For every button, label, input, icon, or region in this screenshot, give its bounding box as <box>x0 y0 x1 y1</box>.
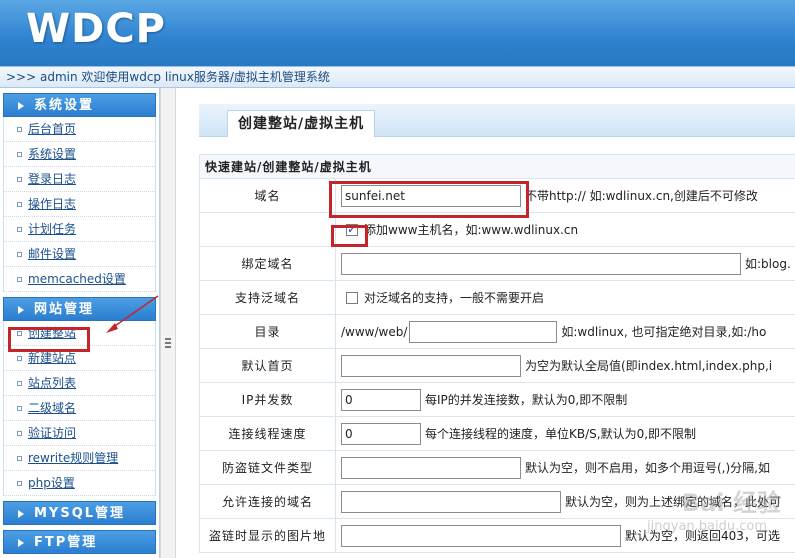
sidebar-item-system-settings[interactable]: 系统设置 <box>4 142 155 167</box>
bind-domain-input[interactable] <box>341 252 741 275</box>
empty-label <box>199 212 336 247</box>
image-label: 盗链时显示的图片地 <box>199 518 336 553</box>
tab-create-site[interactable]: 创建整站/虚拟主机 <box>227 110 376 137</box>
bullet-icon <box>17 481 22 486</box>
speed-input[interactable]: 0 <box>341 422 421 445</box>
bind-domain-hint: 如:blog. <box>745 257 791 271</box>
section-title: 网站管理 <box>34 302 95 317</box>
app-header: WDCP <box>0 0 795 66</box>
sidebar-item-home[interactable]: 后台首页 <box>4 117 155 142</box>
bullet-icon <box>17 331 22 336</box>
wildcard-hint: 对泛域名的支持，一般不需要开启 <box>364 291 545 305</box>
triangle-icon <box>18 102 24 110</box>
bullet-icon <box>17 252 22 257</box>
menu-link[interactable]: 验证访问 <box>28 426 76 440</box>
menu-link[interactable]: memcached设置 <box>28 272 126 286</box>
menu-link[interactable]: php设置 <box>28 476 75 490</box>
ip-hint: 每IP的并发连接数，默认为0,即不限制 <box>425 393 628 407</box>
bullet-icon <box>17 277 22 282</box>
allowed-input[interactable] <box>341 490 561 513</box>
speed-label: 连接线程速度 <box>199 416 336 451</box>
www-hint: 添加www主机名，如:www.wdlinux.cn <box>364 223 579 237</box>
sidebar-item-operation-log[interactable]: 操作日志 <box>4 192 155 217</box>
hotlink-input[interactable] <box>341 456 521 479</box>
bullet-icon <box>17 381 22 386</box>
menu-link[interactable]: 计划任务 <box>28 222 76 236</box>
sidebar-section-ftp[interactable]: FTP管理 <box>3 530 156 554</box>
sidebar-section-system[interactable]: 系统设置 <box>3 93 156 117</box>
menu-link[interactable]: 新建站点 <box>28 351 76 365</box>
tab-bar: 创建整站/虚拟主机 <box>199 104 795 137</box>
bullet-icon <box>17 456 22 461</box>
hotlink-hint: 默认为空，则不启用，如多个用逗号(,)分隔,如 <box>525 461 770 475</box>
speed-hint: 每个连接线程的速度，单位KB/S,默认为0,即不限制 <box>425 427 697 441</box>
sidebar: 系统设置 后台首页 系统设置 登录日志 操作日志 计划任务 邮件设置 memca… <box>0 88 160 558</box>
domain-input[interactable]: sunfei.net <box>341 184 521 207</box>
form-title: 快速建站/创建整站/虚拟主机 <box>199 154 795 179</box>
sidebar-item-php[interactable]: php设置 <box>4 471 155 496</box>
menu-link[interactable]: 邮件设置 <box>28 247 76 261</box>
bullet-icon <box>17 152 22 157</box>
section-title: 系统设置 <box>34 98 95 113</box>
sidebar-item-subdomain[interactable]: 二级域名 <box>4 396 155 421</box>
wildcard-checkbox[interactable] <box>346 291 358 304</box>
bullet-icon <box>17 431 22 436</box>
menu-link[interactable]: rewrite规则管理 <box>28 451 118 465</box>
sidebar-item-auth[interactable]: 验证访问 <box>4 421 155 446</box>
ip-input[interactable]: 0 <box>341 388 421 411</box>
bullet-icon <box>17 177 22 182</box>
dir-hint: 如:wdlinux, 也可指定绝对目录,如:/ho <box>561 325 767 339</box>
dir-label: 目录 <box>199 314 336 349</box>
site-menu: 创建整站 新建站点 站点列表 二级域名 验证访问 rewrite规则管理 php… <box>3 321 156 496</box>
watermark-url: jingyan.baidu.com <box>647 519 767 534</box>
system-menu: 后台首页 系统设置 登录日志 操作日志 计划任务 邮件设置 memcached设… <box>3 117 156 292</box>
index-input[interactable] <box>341 354 521 377</box>
sidebar-item-memcached[interactable]: memcached设置 <box>4 267 155 292</box>
domain-hint: 不带http:// 如:wdlinux.cn,创建后不可修改 <box>525 189 758 203</box>
bullet-icon <box>17 127 22 132</box>
bullet-icon <box>17 202 22 207</box>
hotlink-label: 防盗链文件类型 <box>199 450 336 485</box>
dir-prefix: /www/web/ <box>341 324 408 339</box>
allowed-label: 允许连接的域名 <box>199 484 336 519</box>
sidebar-item-cron[interactable]: 计划任务 <box>4 217 155 242</box>
sidebar-item-site-list[interactable]: 站点列表 <box>4 371 155 396</box>
bullet-icon <box>17 406 22 411</box>
index-label: 默认首页 <box>199 348 336 383</box>
menu-link[interactable]: 系统设置 <box>28 147 76 161</box>
triangle-icon <box>18 539 24 547</box>
bind-domain-label: 绑定域名 <box>199 246 336 281</box>
section-title: FTP管理 <box>34 535 98 550</box>
sidebar-item-rewrite[interactable]: rewrite规则管理 <box>4 446 155 471</box>
bullet-icon <box>17 227 22 232</box>
bullet-icon <box>17 356 22 361</box>
triangle-icon <box>18 510 24 518</box>
dir-input[interactable] <box>409 320 558 343</box>
domain-label: 域名 <box>199 178 336 213</box>
grip-icon[interactable] <box>165 338 171 348</box>
watermark-logo: Bai 经验 <box>681 489 781 517</box>
sidebar-splitter[interactable] <box>160 88 176 558</box>
wildcard-label: 支持泛域名 <box>199 280 336 315</box>
menu-link[interactable]: 登录日志 <box>28 172 76 186</box>
sidebar-item-mail[interactable]: 邮件设置 <box>4 242 155 267</box>
sidebar-item-login-log[interactable]: 登录日志 <box>4 167 155 192</box>
ip-label: IP并发数 <box>199 382 336 417</box>
menu-link[interactable]: 操作日志 <box>28 197 76 211</box>
menu-link[interactable]: 创建整站 <box>28 326 76 340</box>
menu-link[interactable]: 后台首页 <box>28 122 76 136</box>
menu-link[interactable]: 站点列表 <box>28 376 76 390</box>
menu-link[interactable]: 二级域名 <box>28 401 76 415</box>
add-www-checkbox[interactable] <box>346 222 358 236</box>
welcome-bar: >>> admin 欢迎使用wdcp linux服务器/虚拟主机管理系统 <box>0 66 795 88</box>
image-input[interactable] <box>341 524 621 547</box>
section-title: MYSQL管理 <box>34 506 126 521</box>
sidebar-item-new-site[interactable]: 新建站点 <box>4 346 155 371</box>
logo: WDCP <box>26 6 166 52</box>
index-hint: 为空为默认全局值(即index.html,index.php,i <box>525 359 773 373</box>
sidebar-section-mysql[interactable]: MYSQL管理 <box>3 501 156 525</box>
sidebar-item-create-site[interactable]: 创建整站 <box>4 321 155 346</box>
triangle-icon <box>18 306 24 314</box>
sidebar-section-site[interactable]: 网站管理 <box>3 297 156 321</box>
